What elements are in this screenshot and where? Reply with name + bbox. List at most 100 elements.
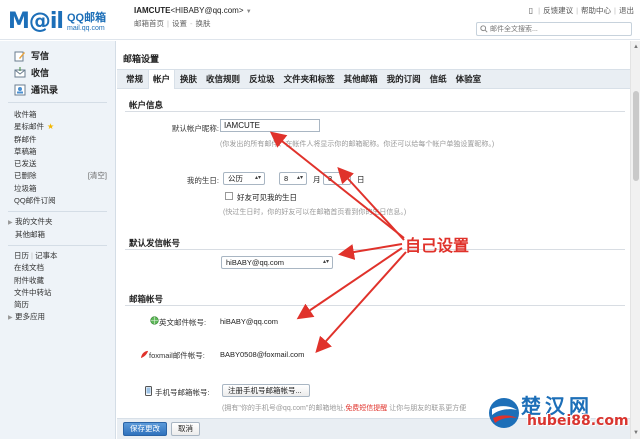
day-unit: 日 bbox=[357, 175, 365, 184]
logo-cn-text: QQ邮箱 bbox=[66, 12, 107, 24]
link-skin[interactable]: 换肤 bbox=[195, 19, 210, 28]
link-help[interactable]: 帮助中心 bbox=[581, 5, 611, 16]
tab-folders-labels[interactable]: 文件夹和标签 bbox=[280, 70, 339, 89]
cancel-button[interactable]: 取消 bbox=[171, 422, 200, 436]
link-logout[interactable]: 退出 bbox=[619, 5, 634, 16]
tab-skin[interactable]: 换肤 bbox=[176, 70, 201, 89]
day-select[interactable]: 8 ▴▾ bbox=[323, 172, 351, 185]
sidebar-inbox[interactable]: 收信 bbox=[14, 64, 115, 81]
folder-starred[interactable]: 星标邮件 ★ bbox=[14, 121, 115, 133]
updown-icon: ▴▾ bbox=[254, 175, 261, 181]
folder-drafts[interactable]: 草稿箱 bbox=[14, 146, 115, 158]
app-calendar-notes[interactable]: 日历 | 记事本 bbox=[8, 250, 115, 262]
folder-spam[interactable]: 垃圾箱 bbox=[14, 183, 115, 195]
month-select[interactable]: 8 ▴▾ bbox=[279, 172, 307, 185]
nickname-label: 默认帐户昵称: bbox=[171, 124, 219, 133]
foxmail-account-value: BABY0508@foxmail.com bbox=[220, 350, 305, 359]
tab-general[interactable]: 常规 bbox=[122, 70, 147, 89]
section-account-info: 帐户信息 bbox=[129, 100, 164, 110]
tab-antispam[interactable]: 反垃圾 bbox=[245, 70, 279, 89]
page-title: 邮箱设置 bbox=[123, 54, 160, 64]
watermark-logo: 楚汉网 hubei88.com bbox=[483, 390, 640, 439]
link-feedback[interactable]: 反馈建议 bbox=[543, 5, 573, 16]
star-icon: ★ bbox=[47, 122, 55, 132]
section-default-sender: 默认发信帐号 bbox=[129, 238, 181, 248]
contacts-icon bbox=[14, 84, 26, 95]
tab-rules[interactable]: 收信规则 bbox=[202, 70, 244, 89]
updown-icon: ▴▾ bbox=[296, 175, 303, 181]
sidebar-contacts[interactable]: 通讯录 bbox=[14, 81, 115, 98]
user-info: IAMCUTE<HIBABY@qq.com> ▼ 邮箱首页 | 设置 - 换肤 bbox=[134, 6, 252, 28]
watermark-ball-icon bbox=[489, 398, 519, 428]
scrollbar-thumb[interactable] bbox=[633, 91, 639, 181]
settings-tabs: 常规 帐户 换肤 收信规则 反垃圾 文件夹和标签 其他邮箱 我的订阅 信纸 体验… bbox=[117, 69, 630, 89]
calendar-type-select[interactable]: 公历 ▴▾ bbox=[223, 172, 265, 185]
logo-mail-text: M@il bbox=[8, 9, 64, 34]
nickname-hint: (你发出的所有邮件、在帐件人将显示你的邮箱昵称。你还可以给每个帐户单独设置昵称。… bbox=[220, 141, 495, 148]
search-input[interactable] bbox=[490, 24, 628, 34]
sidebar-divider bbox=[8, 244, 107, 246]
expand-icon: ▶ bbox=[8, 220, 13, 227]
user-nickname: IAMCUTE bbox=[134, 6, 171, 15]
register-phone-account-button[interactable]: 注册手机号邮箱帐号... bbox=[222, 384, 310, 397]
tab-subscriptions[interactable]: 我的订阅 bbox=[383, 70, 425, 89]
tab-lab[interactable]: 体验室 bbox=[452, 70, 486, 89]
user-email: <HIBABY@qq.com> bbox=[170, 6, 244, 15]
section-divider bbox=[125, 305, 625, 306]
default-sender-select[interactable]: hiBABY@qq.com ▴▾ bbox=[221, 256, 333, 269]
folder-deleted[interactable]: 已删除 [清空] bbox=[14, 170, 115, 182]
app-file-transfer[interactable]: 文件中转站 bbox=[8, 287, 115, 299]
phone-icon bbox=[145, 386, 152, 396]
sidebar: 写信 收信 通讯录 收件箱 星标邮件 ★ 群邮件 草稿箱 已发送 已删除 [清空] … bbox=[0, 41, 116, 439]
link-settings[interactable]: 设置 bbox=[172, 19, 187, 28]
chevron-down-icon[interactable]: ▼ bbox=[246, 9, 252, 15]
expand-icon: ▶ bbox=[8, 315, 13, 322]
watermark-en-text: hubei88.com bbox=[527, 413, 629, 429]
phone-icon[interactable]: ▯ bbox=[529, 6, 533, 15]
phone-account-label: 手机号邮箱帐号: bbox=[155, 388, 210, 397]
inbox-icon bbox=[14, 66, 26, 77]
sms-reminder-link[interactable]: 免费短信提醒 bbox=[345, 405, 387, 412]
compose-icon bbox=[14, 51, 25, 61]
folder-other-mailbox[interactable]: 其他邮箱 bbox=[8, 229, 115, 241]
search-box[interactable] bbox=[476, 22, 632, 36]
birthday-hint: (快过生日时，你的好友可以在邮箱首页看到你的生日信息。) bbox=[223, 209, 407, 216]
foxmail-account-label: foxmail邮件帐号: bbox=[149, 351, 205, 360]
logo-en-text: mail.qq.com bbox=[66, 25, 105, 32]
clear-trash-link[interactable]: [清空] bbox=[88, 170, 107, 182]
qq-globe-icon bbox=[150, 316, 159, 325]
app-docs[interactable]: 在线文档 bbox=[8, 262, 115, 274]
section-divider bbox=[125, 249, 625, 250]
scrollbar[interactable]: ▲ ▼ bbox=[630, 41, 640, 439]
app-more[interactable]: ▶ 更多应用 bbox=[8, 311, 115, 323]
save-button[interactable]: 保存更改 bbox=[123, 422, 167, 436]
top-links: ▯ | 反馈建议 | 帮助中心 | 退出 bbox=[528, 5, 634, 16]
tab-other-mailbox[interactable]: 其他邮箱 bbox=[340, 70, 382, 89]
sidebar-compose[interactable]: 写信 bbox=[14, 47, 115, 64]
link-mail-home[interactable]: 邮箱首页 bbox=[134, 19, 164, 28]
search-icon bbox=[480, 25, 488, 33]
top-header: M@il QQ邮箱 mail.qq.com IAMCUTE<HIBABY@qq.… bbox=[0, 0, 640, 40]
main-content: 邮箱设置 常规 帐户 换肤 收信规则 反垃圾 文件夹和标签 其他邮箱 我的订阅 … bbox=[117, 41, 630, 439]
annotation-label: 自己设置 bbox=[405, 236, 470, 255]
folder-my-folders[interactable]: ▶ 我的文件夹 bbox=[8, 216, 115, 228]
scroll-up-icon[interactable]: ▲ bbox=[631, 43, 640, 51]
app-attachments[interactable]: 附件收藏 bbox=[8, 275, 115, 287]
tab-account[interactable]: 帐户 bbox=[148, 69, 176, 89]
section-mail-accounts: 邮箱帐号 bbox=[129, 294, 164, 304]
app-resume[interactable]: 简历 bbox=[8, 299, 115, 311]
english-account-value: hiBABY@qq.com bbox=[220, 317, 279, 326]
folder-sent[interactable]: 已发送 bbox=[14, 158, 115, 170]
english-account-label: 英文邮件帐号: bbox=[159, 318, 207, 327]
month-unit: 月 bbox=[313, 175, 321, 184]
foxmail-icon bbox=[140, 350, 149, 359]
birthday-visible-label: 好友可见我的生日 bbox=[237, 193, 297, 202]
nickname-input[interactable]: IAMCUTE bbox=[220, 119, 320, 132]
folder-inbox[interactable]: 收件箱 bbox=[14, 109, 115, 121]
birthday-visible-checkbox[interactable] bbox=[225, 192, 233, 200]
birthday-label: 我的生日: bbox=[186, 176, 219, 185]
qq-mail-logo[interactable]: M@il QQ邮箱 mail.qq.com bbox=[8, 7, 106, 33]
tab-stationery[interactable]: 信纸 bbox=[426, 70, 451, 89]
folder-subscriptions[interactable]: QQ邮件订阅 bbox=[14, 195, 115, 207]
folder-group[interactable]: 群邮件 bbox=[14, 134, 115, 146]
